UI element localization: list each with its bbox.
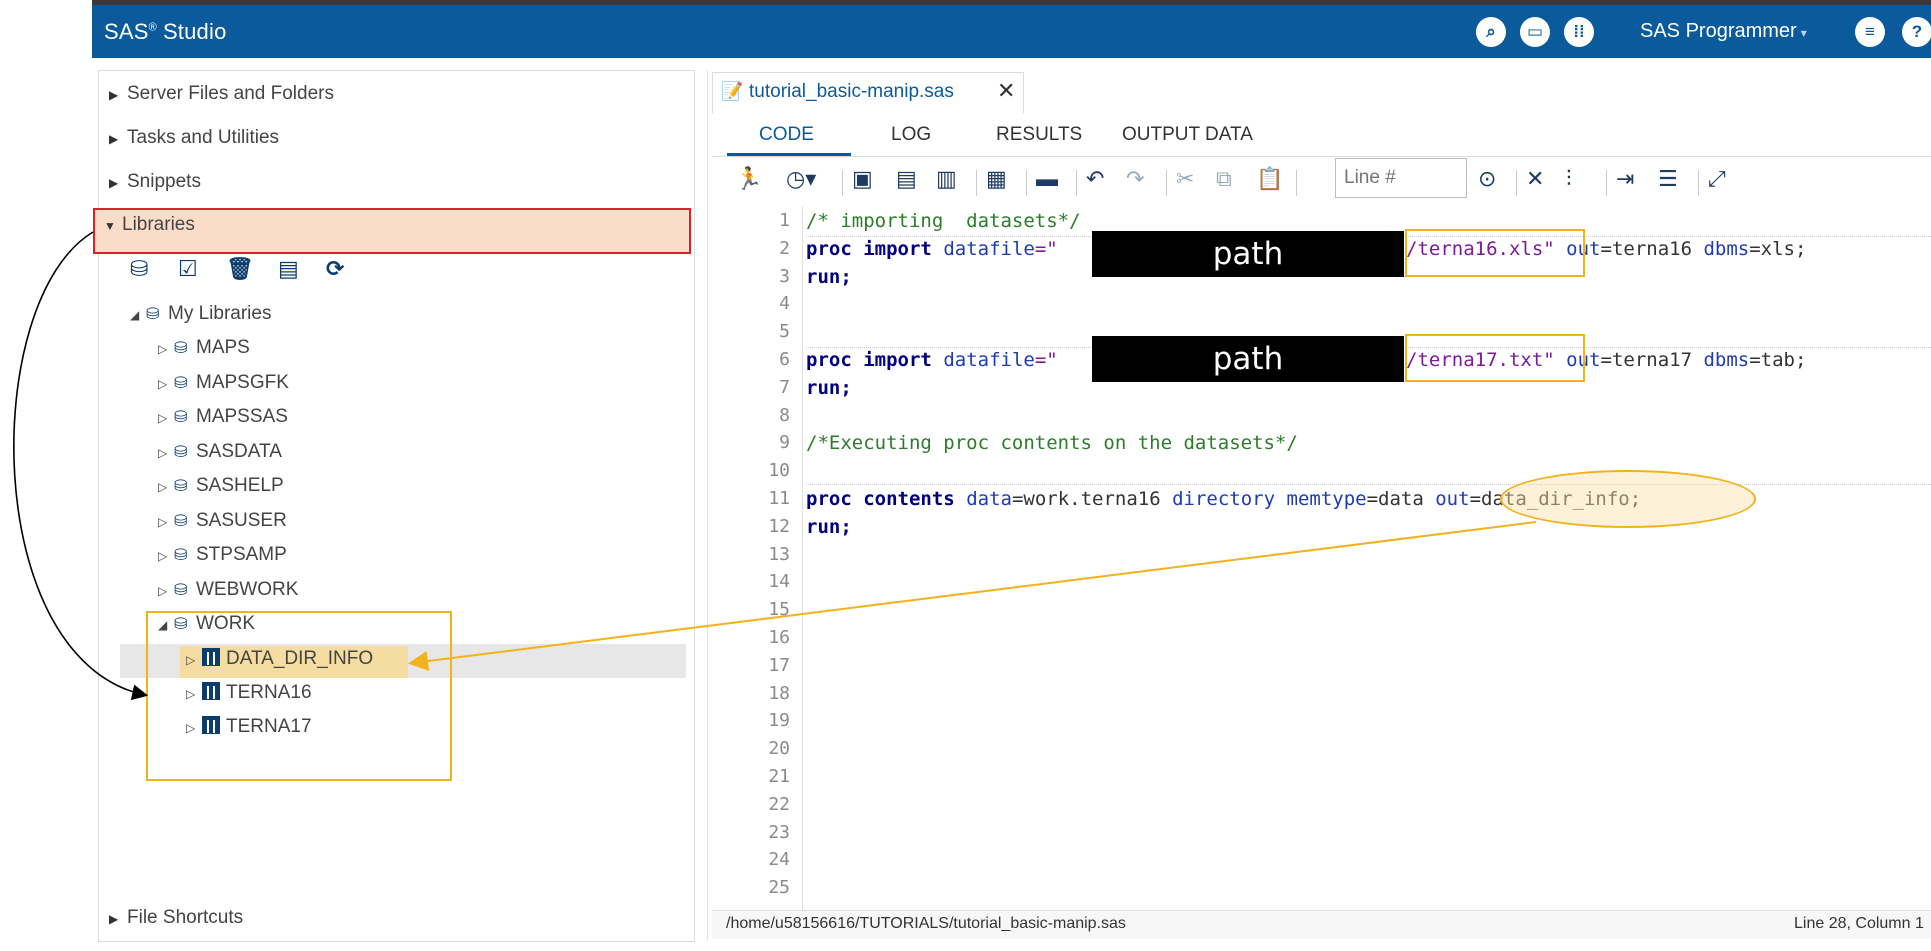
libraries-to-work-arrow: [13, 231, 149, 701]
out-to-table-arrow: [408, 521, 1537, 671]
annotation-arrows: [13, 231, 1537, 701]
